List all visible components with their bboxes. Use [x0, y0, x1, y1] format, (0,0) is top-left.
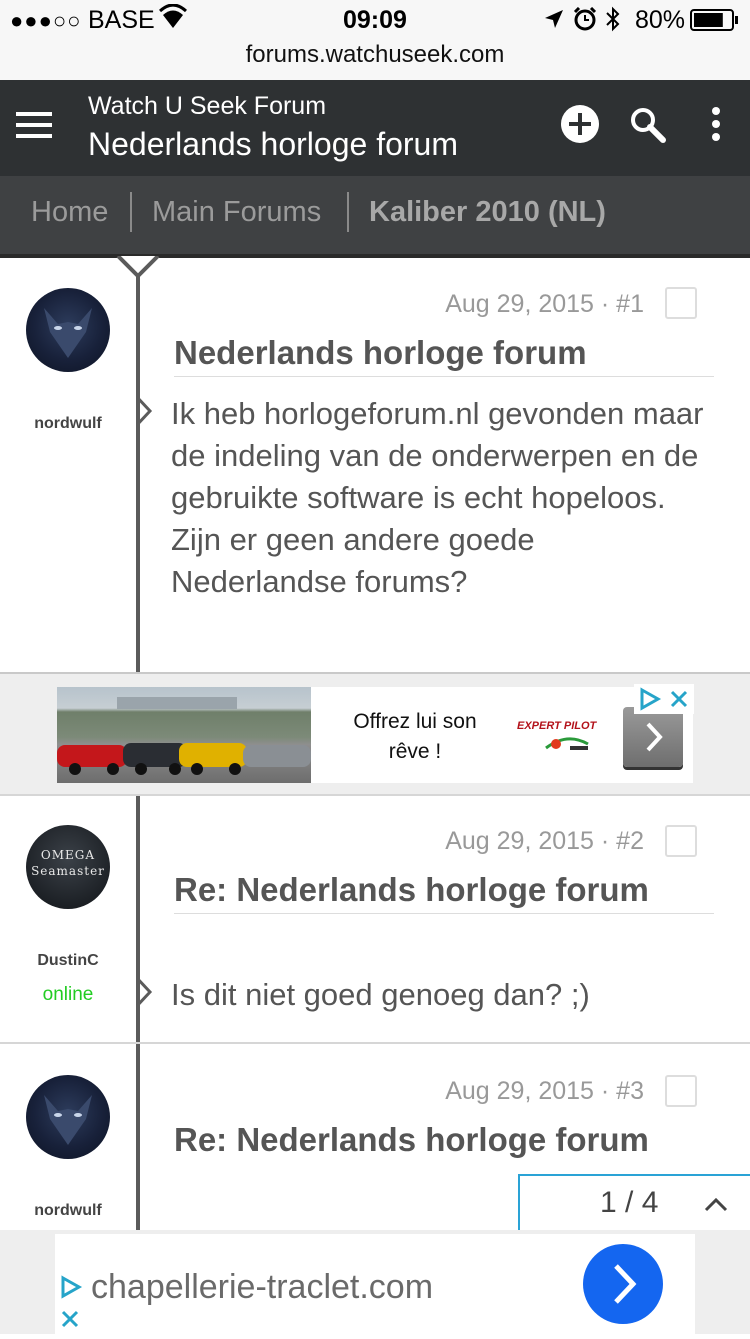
breadcrumb-current[interactable]: Kaliber 2010 (NL) — [369, 196, 606, 229]
speech-notch-icon — [136, 977, 153, 1007]
wifi-icon — [158, 3, 188, 37]
ad-close-icon[interactable] — [55, 1304, 85, 1334]
post-body: Is dit niet goed genoeg dan? ;) — [171, 977, 590, 1012]
post-author[interactable]: nordwulf — [0, 415, 136, 433]
bottom-ad-creative[interactable]: chapellerie-traclet.com — [55, 1234, 695, 1334]
carrier-label: BASE — [88, 6, 155, 34]
post-select-checkbox[interactable] — [665, 1075, 697, 1107]
ad-domain[interactable]: chapellerie-traclet.com — [91, 1268, 433, 1307]
timeline-pointer-icon — [116, 256, 160, 278]
status-bar: ●●●○○ BASE 09:09 80% — [0, 0, 750, 40]
breadcrumb-separator — [347, 192, 349, 232]
adchoices-icon[interactable] — [634, 684, 664, 714]
ad-image — [57, 687, 311, 783]
ad-go-button[interactable] — [583, 1244, 663, 1324]
post-meta[interactable]: Aug 29, 2015 · #3 — [445, 1077, 644, 1106]
post-timeline — [136, 258, 140, 672]
post-title: Re: Nederlands horloge forum — [174, 1121, 649, 1158]
ad-close-icon[interactable] — [664, 684, 694, 714]
avatar[interactable]: OMEGA Seamaster — [26, 825, 110, 909]
online-status: online — [42, 984, 94, 1005]
bluetooth-icon — [604, 6, 622, 39]
page-indicator[interactable]: 1 / 4 — [600, 1186, 658, 1220]
ad-banner[interactable]: Offrez lui son rêve ! EXPERT PILOT — [0, 674, 750, 794]
battery-icon — [690, 9, 740, 38]
ad-brand: EXPERT PILOT — [517, 720, 597, 732]
post-meta[interactable]: Aug 29, 2015 · #1 — [445, 290, 644, 319]
post-title: Nederlands horloge forum — [174, 332, 714, 377]
add-icon[interactable] — [560, 104, 600, 149]
menu-icon[interactable] — [16, 112, 54, 145]
status-time: 09:09 — [343, 6, 407, 34]
battery-percent: 80% — [635, 6, 686, 34]
alarm-icon — [573, 6, 597, 38]
url-text: forums.watchuseek.com — [245, 41, 505, 68]
adchoices-icon[interactable] — [55, 1272, 85, 1302]
ad-text[interactable]: Offrez lui son rêve ! — [335, 707, 495, 767]
post-body: Ik heb horlogeforum.nl gevonden maar de … — [171, 396, 704, 599]
chevron-right-icon — [614, 1264, 637, 1304]
forum-title[interactable]: Nederlands horloge forum — [88, 126, 458, 163]
post-meta[interactable]: Aug 29, 2015 · #2 — [445, 827, 644, 856]
pagination-control[interactable]: 1 / 4 — [518, 1174, 750, 1230]
avatar-logo-text: OMEGA Seamaster — [31, 848, 105, 878]
ad-brand-logo-icon — [545, 737, 589, 750]
avatar[interactable] — [26, 288, 110, 372]
location-arrow-icon — [543, 8, 565, 37]
app-header: Watch U Seek Forum Nederlands horloge fo… — [0, 80, 750, 176]
more-options-icon[interactable] — [710, 106, 722, 147]
bottom-ad-banner[interactable]: chapellerie-traclet.com — [0, 1230, 750, 1334]
signal-dots-icon: ●●●○○ — [10, 8, 82, 33]
post-timeline — [136, 1044, 140, 1230]
ad-creative[interactable]: Offrez lui son rêve ! EXPERT PILOT — [57, 687, 693, 783]
speech-notch-icon — [136, 396, 153, 426]
breadcrumb-home[interactable]: Home — [31, 196, 108, 229]
post-divider — [0, 1042, 750, 1044]
breadcrumb-separator — [130, 192, 132, 232]
chevron-right-icon — [646, 722, 663, 752]
post-author[interactable]: nordwulf — [0, 1202, 136, 1220]
site-title[interactable]: Watch U Seek Forum — [88, 92, 326, 121]
avatar[interactable] — [26, 1075, 110, 1159]
post-author[interactable]: DustinC — [0, 952, 136, 970]
ad-next-button[interactable] — [623, 707, 683, 767]
post-divider — [0, 794, 750, 796]
chevron-up-icon[interactable] — [704, 1196, 728, 1212]
post-select-checkbox[interactable] — [665, 825, 697, 857]
search-icon[interactable] — [629, 106, 667, 149]
url-bar[interactable]: forums.watchuseek.com — [0, 40, 750, 80]
post-title: Re: Nederlands horloge forum — [174, 869, 714, 914]
header-divider — [0, 254, 750, 258]
post-select-checkbox[interactable] — [665, 287, 697, 319]
breadcrumb-main-forums[interactable]: Main Forums — [152, 196, 321, 229]
